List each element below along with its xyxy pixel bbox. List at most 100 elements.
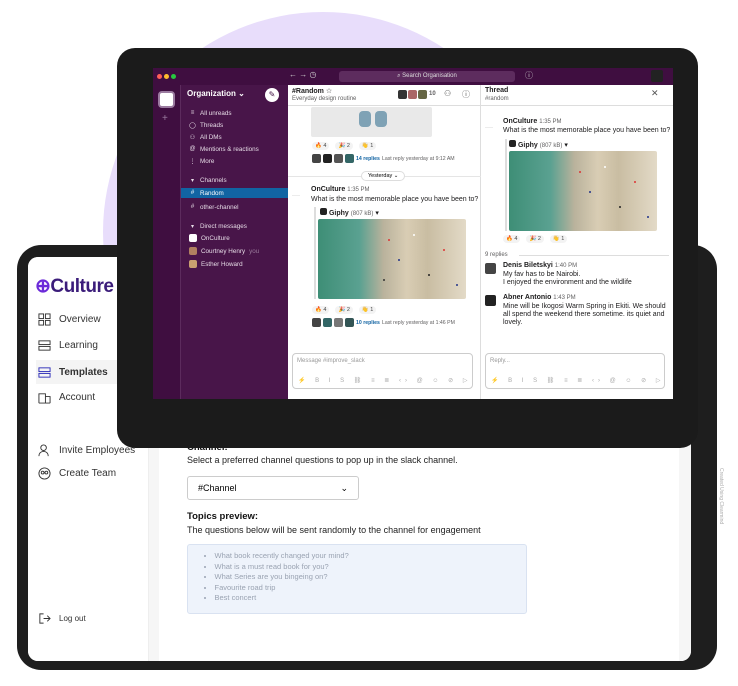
layers-icon xyxy=(38,339,51,351)
avatar[interactable] xyxy=(651,70,663,82)
compose-icon[interactable]: ✎ xyxy=(265,88,279,102)
beach-image[interactable] xyxy=(509,151,657,231)
message-input[interactable]: Message #improve_slack ⚡ B I S ⛓ ≡ ≣ ‹› … xyxy=(292,353,473,389)
dm-item[interactable]: Courtney Henry you xyxy=(189,246,287,256)
caret-down-icon: ▾ xyxy=(190,223,194,230)
sidebar-label: Mentions & reactions xyxy=(200,145,259,153)
reactions[interactable]: 🔥 4 🎉 2 👋 1 xyxy=(312,306,377,314)
attachment-title[interactable]: Giphy (807 kB) ▾ xyxy=(320,208,379,217)
threads-icon: ◯ xyxy=(189,122,196,129)
avatar[interactable] xyxy=(485,295,496,306)
workspace-name[interactable]: Organization ⌄ xyxy=(187,89,245,98)
channel-pane: #Random ☆ Everyday design routine 10 ⚇ ⓘ… xyxy=(288,85,481,399)
logout-label: Log out xyxy=(59,613,86,623)
topics-description: The questions below will be sent randoml… xyxy=(187,525,481,535)
sidebar-item-mentions[interactable]: @ Mentions & reactions xyxy=(189,144,287,154)
topics-heading: Topics preview: xyxy=(187,511,259,522)
sidebar-item-dms[interactable]: ⚇ All DMs xyxy=(189,132,287,142)
channel-select-value: #Channel xyxy=(198,483,237,493)
add-member-icon[interactable]: ⚇ xyxy=(444,89,451,98)
search-placeholder: Search Organisation xyxy=(402,73,457,79)
close-icon[interactable]: ✕ xyxy=(651,88,659,99)
channel-name[interactable]: #Random ☆ xyxy=(292,87,332,95)
channels-header[interactable]: ▾ Channels xyxy=(189,175,287,185)
author: Denis Biletskyi xyxy=(503,262,553,269)
workspace-icon[interactable] xyxy=(158,91,175,108)
member-count: 10 xyxy=(429,91,436,97)
author: OnCulture xyxy=(503,118,538,125)
help-icon[interactable]: ⓘ xyxy=(525,70,533,81)
logout-icon xyxy=(39,612,51,624)
topic-item: What is a must read book for you? xyxy=(204,562,526,573)
dm-header[interactable]: ▾ Direct messages xyxy=(189,221,287,231)
star-icon[interactable]: ☆ xyxy=(326,88,332,95)
reply-text: Mine will be Ikogosi Warm Spring in Ekit… xyxy=(503,303,666,326)
close-dot[interactable] xyxy=(157,74,162,79)
fire-reaction[interactable]: 🔥 4 xyxy=(503,235,521,243)
thread-text: What is the most memorable place you hav… xyxy=(503,127,671,134)
nav-label: Create Team xyxy=(59,467,117,479)
logout-button[interactable]: Log out xyxy=(36,606,151,630)
nav-create-team[interactable]: Create Team xyxy=(36,461,151,485)
sidebar-item-random[interactable]: # Random xyxy=(181,188,289,198)
fire-reaction[interactable]: 🔥 4 xyxy=(312,142,330,150)
divider xyxy=(481,105,673,106)
minimize-dot[interactable] xyxy=(164,74,169,79)
title-bar: ← → ◷ ⌕ Search Organisation ⓘ xyxy=(153,68,673,85)
reaction-count: 2 xyxy=(346,307,350,313)
author: Abner Antonio xyxy=(503,294,552,301)
hash-icon: # xyxy=(190,204,195,210)
attachment-title[interactable]: Giphy (807 kB) ▾ xyxy=(509,140,568,149)
wave-reaction[interactable]: 👋 1 xyxy=(358,142,377,150)
format-toolbar[interactable]: ⚡ B I S ⛓ ≡ ≣ ‹› @ ☺ ⊘ ▷ xyxy=(298,377,471,384)
fire-reaction[interactable]: 🔥 4 xyxy=(312,306,330,314)
topic-item: Best concert xyxy=(204,593,526,604)
attachment-bar xyxy=(505,139,507,231)
member-avatars[interactable] xyxy=(398,90,427,99)
reactions[interactable]: 🔥 4 🎉 2 👋 1 xyxy=(312,142,377,150)
topics-list: What book recently changed your mind? Wh… xyxy=(187,544,527,614)
you-label: you xyxy=(249,247,260,255)
party-reaction[interactable]: 🎉 2 xyxy=(335,142,353,150)
date-divider[interactable]: Yesterday ⌄ xyxy=(361,171,406,181)
building-icon xyxy=(38,392,51,404)
timestamp: 1:40 PM xyxy=(554,263,578,269)
sidebar-item-other-channel[interactable]: # other-channel xyxy=(189,202,287,212)
search-bar[interactable]: ⌕ Search Organisation xyxy=(339,71,515,82)
beach-image[interactable] xyxy=(318,219,466,299)
last-reply: Last reply yesterday at 9:12 AM xyxy=(381,155,455,162)
maximize-dot[interactable] xyxy=(171,74,176,79)
add-workspace-icon[interactable]: + xyxy=(162,113,168,124)
dm-item[interactable]: OnCulture xyxy=(189,233,287,243)
sidebar-item-more[interactable]: ⋮ More xyxy=(189,156,287,166)
at-icon: @ xyxy=(189,146,196,152)
thread-replies-1[interactable]: 14 replies Last reply yesterday at 9:12 A… xyxy=(312,154,455,163)
shoes-image[interactable] xyxy=(311,107,432,137)
sidebar-label: All unreads xyxy=(200,109,232,117)
nav-label: Overview xyxy=(59,313,101,325)
thread-replies-2[interactable]: 10 replies Last reply yesterday at 1:46 P… xyxy=(312,318,455,327)
slack-sidebar: Organization ⌄ ✎ ≡ All unreads ◯ Threads ⚇… xyxy=(180,85,289,399)
party-reaction[interactable]: 🎉 2 xyxy=(335,306,353,314)
info-icon[interactable]: ⓘ xyxy=(462,89,470,100)
sidebar-item-threads[interactable]: ◯ Threads xyxy=(189,120,287,130)
avatar[interactable] xyxy=(485,263,496,274)
wave-reaction[interactable]: 👋 1 xyxy=(358,306,377,314)
divider xyxy=(519,255,669,256)
format-toolbar[interactable]: ⚡ B I S ⛓ ≡ ≣ ‹› @ ☺ ⊘ ▷ xyxy=(491,377,664,384)
party-reaction[interactable]: 🎉 2 xyxy=(526,235,544,243)
dm-item[interactable]: Esther Howard xyxy=(189,259,287,269)
reactions[interactable]: 🔥 4 🎉 2 👋 1 xyxy=(503,235,568,243)
reply-input[interactable]: Reply... ⚡ B I S ⛓ ≡ ≣ ‹› @ ☺ ⊘ ▷ xyxy=(485,353,665,389)
wave-reaction[interactable]: 👋 1 xyxy=(549,235,568,243)
sidebar-item-unreads[interactable]: ≡ All unreads xyxy=(189,108,287,118)
author: OnCulture xyxy=(311,186,346,193)
channel-select[interactable]: #Channel ⌄ xyxy=(187,476,359,500)
history-icon[interactable]: ← → ◷ xyxy=(289,70,316,79)
message-text: What is the most memorable place you hav… xyxy=(311,196,479,203)
avatar xyxy=(189,247,197,255)
slack-window: ← → ◷ ⌕ Search Organisation ⓘ + Organiza… xyxy=(153,68,673,399)
timestamp: 1:43 PM xyxy=(553,295,576,301)
channel-topic: Everyday design routine xyxy=(292,96,357,102)
message-placeholder: Message #improve_slack xyxy=(297,358,365,364)
